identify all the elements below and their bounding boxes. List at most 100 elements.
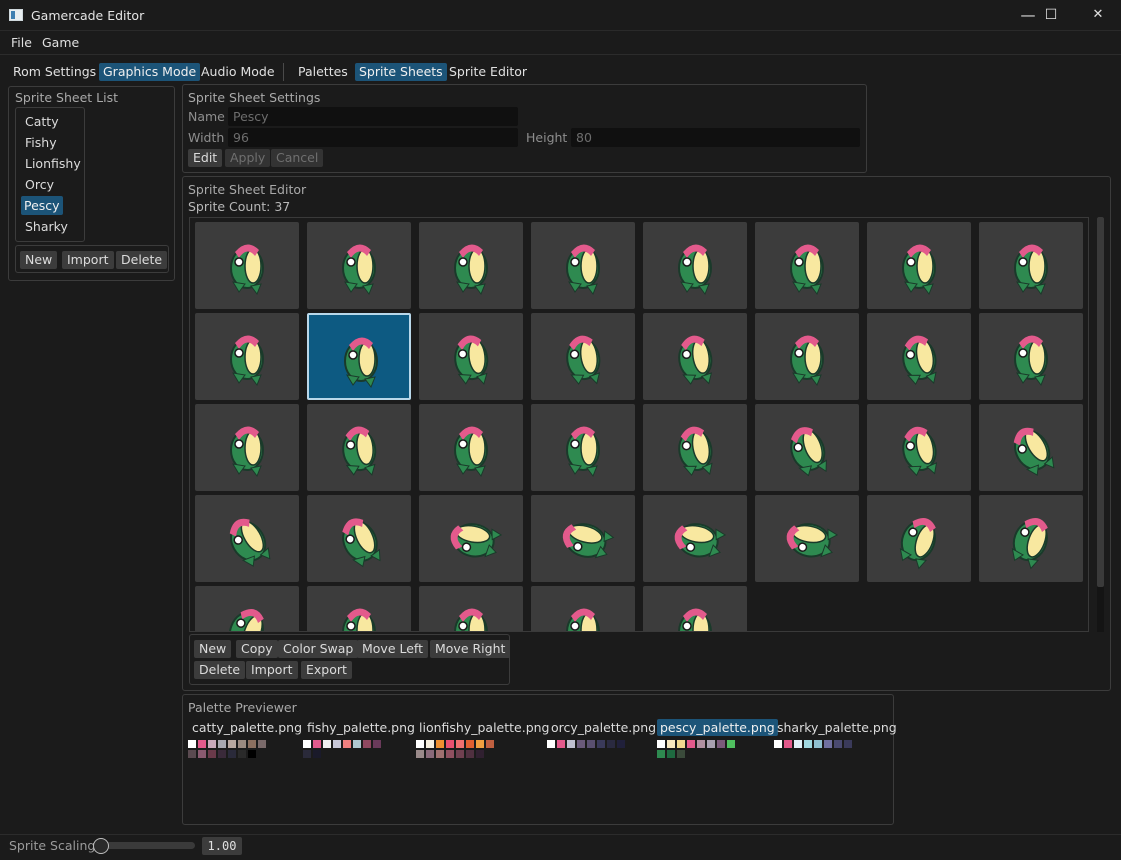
palette-orcy[interactable]: orcy_palette.png: [548, 719, 659, 736]
sprite-cell[interactable]: [979, 313, 1083, 400]
pescy-sprite-icon: [902, 426, 938, 477]
close-button[interactable]: ✕: [1075, 0, 1121, 31]
sprite-scaling-knob[interactable]: [93, 838, 109, 854]
list-item-orcy[interactable]: Orcy: [22, 175, 57, 194]
tab-graphics-mode[interactable]: Graphics Mode: [99, 63, 201, 81]
sprite-cell[interactable]: [643, 313, 747, 400]
palette-swatch: [238, 740, 246, 748]
sprite-cell[interactable]: [755, 222, 859, 309]
sprite-cell[interactable]: [755, 404, 859, 491]
tab-palettes[interactable]: Palettes: [294, 63, 352, 81]
sprite-cell[interactable]: [979, 222, 1083, 309]
delete-sprite-button[interactable]: Delete: [194, 661, 246, 679]
sprite-cell[interactable]: [195, 495, 299, 582]
sprite-cell[interactable]: [419, 586, 523, 631]
list-item-sharky[interactable]: Sharky: [22, 217, 71, 236]
settings-title: Sprite Sheet Settings: [188, 90, 321, 105]
sprite-cell[interactable]: [419, 313, 523, 400]
import-sprite-button[interactable]: Import: [246, 661, 298, 679]
sprite-scaling-value[interactable]: 1.00: [202, 837, 242, 855]
export-sprite-button[interactable]: Export: [301, 661, 352, 679]
sprite-cell[interactable]: [195, 586, 299, 631]
maximize-button[interactable]: ☐: [1028, 0, 1074, 31]
sprite-cell[interactable]: [307, 586, 411, 631]
sprite-cell[interactable]: [867, 313, 971, 400]
swatches-lionfishy: [416, 740, 506, 768]
palette-swatch: [476, 740, 484, 748]
grid-scrollbar-thumb[interactable]: [1097, 217, 1104, 587]
sprite-cell[interactable]: [531, 404, 635, 491]
sprite-sheet-list-title: Sprite Sheet List: [15, 90, 119, 105]
copy-sprite-button[interactable]: Copy: [236, 640, 278, 658]
palette-swatch: [677, 740, 685, 748]
list-item-pescy[interactable]: Pescy: [21, 196, 63, 215]
pescy-sprite-icon: [230, 335, 264, 387]
apply-button[interactable]: Apply: [225, 149, 271, 167]
palette-swatch: [303, 740, 311, 748]
sprite-cell[interactable]: [531, 222, 635, 309]
sprite-cell[interactable]: [979, 495, 1083, 582]
palette-sharky[interactable]: sharky_palette.png: [774, 719, 900, 736]
tab-sprite-sheets[interactable]: Sprite Sheets: [355, 63, 447, 81]
delete-sheet-button[interactable]: Delete: [116, 251, 168, 269]
palette-pescy[interactable]: pescy_palette.png: [657, 719, 778, 736]
menu-file[interactable]: File: [11, 35, 32, 50]
palette-fishy[interactable]: fishy_palette.png: [304, 719, 418, 736]
width-field[interactable]: 96: [228, 128, 518, 147]
sprite-cell[interactable]: [867, 495, 971, 582]
sprite-cell[interactable]: [419, 495, 523, 582]
sprite-cell[interactable]: [531, 586, 635, 631]
sprite-cell[interactable]: [419, 222, 523, 309]
sprite-cell[interactable]: [643, 222, 747, 309]
sprite-cell[interactable]: [531, 313, 635, 400]
palette-swatch: [677, 750, 685, 758]
palette-swatch: [657, 740, 665, 748]
color-swap-button[interactable]: Color Swap: [278, 640, 359, 658]
move-right-button[interactable]: Move Right: [430, 640, 511, 658]
tab-rom-settings[interactable]: Rom Settings: [9, 63, 100, 81]
pescy-sprite-icon: [1014, 335, 1048, 387]
palette-catty[interactable]: catty_palette.png: [189, 719, 305, 736]
sprite-cell[interactable]: [867, 222, 971, 309]
sprite-cell[interactable]: [755, 495, 859, 582]
sprite-cell[interactable]: [195, 222, 299, 309]
sprite-cell[interactable]: [755, 313, 859, 400]
move-left-button[interactable]: Move Left: [357, 640, 429, 658]
pescy-sprite-icon: [902, 335, 937, 386]
sprite-cell[interactable]: [979, 404, 1083, 491]
name-field[interactable]: Pescy: [228, 107, 518, 126]
list-item-catty[interactable]: Catty: [22, 112, 62, 131]
sprite-cell[interactable]: [195, 313, 299, 400]
palette-swatch: [567, 740, 575, 748]
title-bar: [0, 0, 1121, 31]
new-sprite-button[interactable]: New: [194, 640, 232, 658]
cancel-button[interactable]: Cancel: [271, 149, 324, 167]
sprite-cell[interactable]: [531, 495, 635, 582]
new-sheet-button[interactable]: New: [20, 251, 58, 269]
edit-button[interactable]: Edit: [188, 149, 223, 167]
sprite-cell[interactable]: [307, 222, 411, 309]
list-item-fishy[interactable]: Fishy: [22, 133, 60, 152]
sprite-cell[interactable]: [867, 404, 971, 491]
menu-game[interactable]: Game: [42, 35, 79, 50]
tab-sprite-editor[interactable]: Sprite Editor: [445, 63, 531, 81]
sprite-cell[interactable]: [307, 313, 411, 400]
pescy-sprite-icon: [674, 523, 727, 558]
list-item-lionfishy[interactable]: Lionfishy: [22, 154, 84, 173]
sprite-scaling-slider[interactable]: [97, 842, 195, 849]
pescy-sprite-icon: [678, 426, 713, 477]
sprite-cell[interactable]: [643, 404, 747, 491]
sprite-cell[interactable]: [307, 404, 411, 491]
import-sheet-button[interactable]: Import: [62, 251, 114, 269]
palette-lionfishy[interactable]: lionfishy_palette.png: [416, 719, 553, 736]
palette-swatch: [426, 750, 434, 758]
sprite-cell[interactable]: [307, 495, 411, 582]
palette-swatch: [824, 740, 832, 748]
sprite-cell[interactable]: [419, 404, 523, 491]
sprite-cell[interactable]: [195, 404, 299, 491]
palette-swatch: [587, 740, 595, 748]
sprite-cell[interactable]: [643, 495, 747, 582]
sprite-cell[interactable]: [643, 586, 747, 631]
height-field[interactable]: 80: [571, 128, 860, 147]
tab-audio-mode[interactable]: Audio Mode: [197, 63, 279, 81]
